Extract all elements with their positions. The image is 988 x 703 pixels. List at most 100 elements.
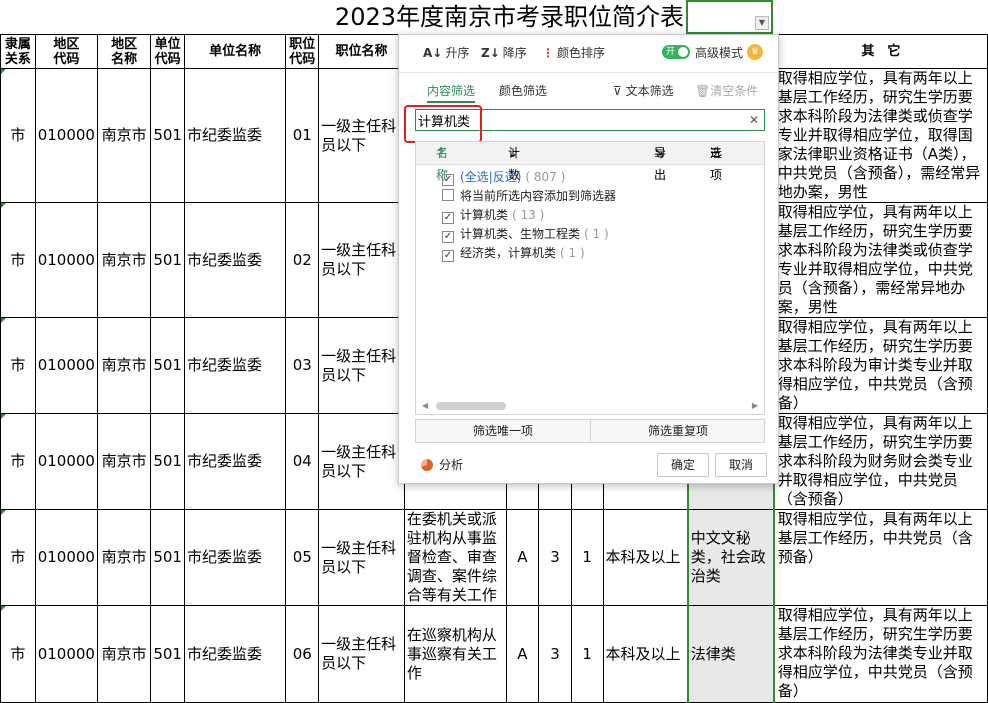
cell-area-name[interactable]: 南京市	[96, 202, 152, 318]
sort-by-name[interactable]: 名称 ↑	[436, 142, 448, 182]
cell-other[interactable]: 取得相应学位，具有两年以上基层工作经历，研究生学历要求本科阶段为法律类或侦查学专…	[773, 202, 988, 318]
cell-job-name[interactable]: 一级主任科员以下	[318, 68, 405, 203]
sort-by-count[interactable]: 计数 ↓	[508, 142, 520, 182]
color-sort-button[interactable]: ⋮ 颜色排序	[542, 43, 605, 63]
list-item-select-all[interactable]: ✓ (全选|反选)( 807 )	[442, 168, 565, 186]
header-job-code[interactable]: 职位 代码	[285, 34, 320, 69]
cell-unit-code[interactable]: 501	[150, 605, 185, 703]
cell-n1[interactable]: 1	[570, 509, 604, 606]
cell-job-code[interactable]: 06	[285, 605, 320, 703]
cell-lishu[interactable]: 市	[0, 509, 36, 606]
cell-lishu[interactable]: 市	[0, 605, 36, 703]
cell-unit-name[interactable]: 市纪委监委	[183, 68, 287, 203]
cancel-button[interactable]: 取消	[715, 453, 767, 477]
cell-lishu[interactable]: 市	[0, 317, 36, 414]
cell-duty[interactable]: 在巡察机构从事巡察有关工作	[403, 605, 507, 703]
filter-unique-button[interactable]: 筛选唯一项	[416, 420, 591, 442]
cell-job-name[interactable]: 一级主任科员以下	[318, 413, 405, 510]
cell-cat[interactable]: A	[505, 509, 540, 606]
cell-n1[interactable]: 1	[570, 605, 604, 703]
cell-unit-name[interactable]: 市纪委监委	[183, 317, 287, 414]
scroll-right-icon[interactable]: ▶	[752, 400, 758, 412]
cell-edu[interactable]: 本科及以上	[602, 605, 689, 703]
cell-num[interactable]: 3	[538, 605, 572, 703]
cell-area-name[interactable]: 南京市	[96, 605, 152, 703]
cell-area-code[interactable]: 010000	[34, 413, 98, 510]
horizontal-scrollbar[interactable]: ◀ ▶	[420, 400, 760, 412]
cell-unit-code[interactable]: 501	[150, 68, 185, 203]
cell-lishu[interactable]: 市	[0, 202, 36, 318]
cell-area-name[interactable]: 南京市	[96, 317, 152, 414]
cell-lishu[interactable]: 市	[0, 68, 36, 203]
advanced-mode-toggle[interactable]: 开	[662, 45, 690, 59]
cell-job-name[interactable]: 一级主任科员以下	[318, 317, 405, 414]
filter-dropdown-icon[interactable]: ▼	[755, 16, 769, 30]
cell-area-code[interactable]: 010000	[34, 317, 98, 414]
cell-major[interactable]: 法律类	[686, 605, 775, 703]
cell-job-code[interactable]: 01	[285, 68, 320, 203]
clear-search-icon[interactable]: ✕	[747, 113, 761, 127]
cell-other[interactable]: 取得相应学位，具有两年以上基层工作经历，研究生学历要求本科阶段为审计类专业并取得…	[773, 317, 988, 414]
checkbox[interactable]	[442, 189, 454, 201]
sort-desc-button[interactable]: Z↓ 降序	[481, 43, 527, 63]
cell-other[interactable]: 取得相应学位，具有两年以上基层工作经历，中共党员（含预备）	[773, 509, 988, 606]
header-area-name[interactable]: 地区 名称	[96, 34, 152, 69]
cell-area-code[interactable]: 010000	[34, 605, 98, 703]
text-filter-button[interactable]: ⊽ 文本筛选	[613, 81, 674, 101]
clear-conditions-button[interactable]: 🗑清空条件	[695, 81, 758, 101]
cell-other[interactable]: 取得相应学位，具有两年以上基层工作经历，研究生学历要求本科阶段为法律类专业并取得…	[773, 605, 988, 703]
cell-job-code[interactable]: 02	[285, 202, 320, 318]
cell-area-code[interactable]: 010000	[34, 202, 98, 318]
header-job-name[interactable]: 职位名称	[318, 34, 405, 69]
ok-button[interactable]: 确定	[657, 453, 709, 477]
cell-job-name[interactable]: 一级主任科员以下	[318, 202, 405, 318]
scroll-thumb[interactable]	[436, 402, 506, 410]
header-lishu[interactable]: 隶属 关系	[0, 34, 36, 69]
cell-unit-code[interactable]: 501	[150, 413, 185, 510]
cell-major[interactable]: 中文文秘类，社会政治类	[686, 509, 775, 606]
header-area-code[interactable]: 地区 代码	[34, 34, 98, 69]
cell-area-name[interactable]: 南京市	[96, 413, 152, 510]
tab-content-filter[interactable]: 内容筛选	[427, 81, 476, 103]
selected-header-cell[interactable]: ▼	[686, 0, 773, 34]
cell-unit-name[interactable]: 市纪委监委	[183, 509, 287, 606]
cell-area-name[interactable]: 南京市	[96, 509, 152, 606]
cell-unit-code[interactable]: 501	[150, 509, 185, 606]
cell-lishu[interactable]: 市	[0, 413, 36, 510]
cell-unit-name[interactable]: 市纪委监委	[183, 202, 287, 318]
checkbox[interactable]: ✓	[442, 212, 454, 224]
cell-job-name[interactable]: 一级主任科员以下	[318, 605, 405, 703]
cell-edu[interactable]: 本科及以上	[602, 509, 689, 606]
analysis-button[interactable]: 分析	[421, 455, 463, 475]
cell-other[interactable]: 取得相应学位，具有两年以上基层工作经历，研究生学历要求本科阶段为法律类或侦查学专…	[773, 68, 988, 203]
filter-duplicate-button[interactable]: 筛选重复项	[591, 420, 765, 442]
cell-other[interactable]: 取得相应学位，具有两年以上基层工作经历，研究生学历要求本科阶段为财务财会类专业并…	[773, 413, 988, 510]
list-item[interactable]: ✓ 计算机类( 13 )	[442, 206, 544, 224]
cell-job-code[interactable]: 05	[285, 509, 320, 606]
header-other[interactable]: 其 它	[773, 34, 988, 69]
checkbox[interactable]: ✓	[442, 250, 454, 262]
cell-cat[interactable]: A	[505, 605, 540, 703]
cell-num[interactable]: 3	[538, 509, 572, 606]
cell-area-code[interactable]: 010000	[34, 68, 98, 203]
cell-job-code[interactable]: 03	[285, 317, 320, 414]
cell-job-name[interactable]: 一级主任科员以下	[318, 509, 405, 606]
cell-unit-name[interactable]: 市纪委监委	[183, 413, 287, 510]
cell-area-code[interactable]: 010000	[34, 509, 98, 606]
sort-asc-button[interactable]: A↓ 升序	[423, 43, 469, 63]
cell-area-name[interactable]: 南京市	[96, 68, 152, 203]
cell-duty[interactable]: 在委机关或派驻机构从事监督检查、审查调查、案件综合等有关工作	[403, 509, 507, 606]
checkbox[interactable]: ✓	[442, 174, 454, 186]
cell-unit-name[interactable]: 市纪委监委	[183, 605, 287, 703]
tab-color-filter[interactable]: 颜色筛选	[499, 81, 547, 101]
checkbox[interactable]: ✓	[442, 231, 454, 243]
cell-unit-code[interactable]: 501	[150, 317, 185, 414]
cell-unit-code[interactable]: 501	[150, 202, 185, 318]
header-unit-code[interactable]: 单位 代码	[150, 34, 185, 69]
header-unit-name[interactable]: 单位名称	[183, 34, 287, 69]
scroll-left-icon[interactable]: ◀	[422, 400, 428, 412]
cell-job-code[interactable]: 04	[285, 413, 320, 510]
list-item-add-to-filter[interactable]: 将当前所选内容添加到筛选器	[442, 187, 616, 205]
list-item[interactable]: ✓ 计算机类、生物工程类( 1 )	[442, 225, 609, 243]
list-item[interactable]: ✓ 经济类，计算机类( 1 )	[442, 244, 585, 262]
